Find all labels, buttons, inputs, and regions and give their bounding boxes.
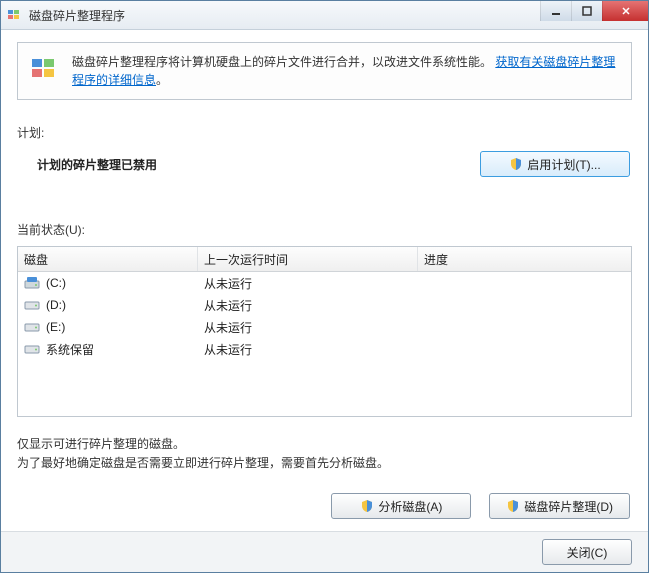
note-line2: 为了最好地确定磁盘是否需要立即进行碎片整理，需要首先分析磁盘。 (17, 454, 632, 473)
disk-name: (C:) (46, 276, 66, 290)
table-header: 磁盘 上一次运行时间 进度 (18, 247, 631, 272)
header-last-run[interactable]: 上一次运行时间 (198, 247, 418, 271)
notes: 仅显示可进行碎片整理的磁盘。 为了最好地确定磁盘是否需要立即进行碎片整理，需要首… (17, 435, 632, 473)
table-body: (C:)从未运行(D:)从未运行(E:)从未运行系统保留从未运行 (18, 272, 631, 416)
close-window-button[interactable] (602, 1, 648, 21)
info-description: 磁盘碎片整理程序将计算机硬盘上的碎片文件进行合并，以改进文件系统性能。 (72, 55, 492, 69)
defrag-window: 磁盘碎片整理程序 磁盘碎片整理程序 (0, 0, 649, 573)
shield-icon (360, 499, 374, 513)
analyze-label: 分析磁盘(A) (378, 498, 442, 515)
maximize-button[interactable] (571, 1, 602, 21)
disk-icon (24, 342, 40, 356)
window-controls (540, 1, 648, 21)
table-row[interactable]: (E:) 从未运行 (18, 316, 631, 338)
header-progress[interactable]: 进度 (418, 247, 631, 271)
schedule-status: 计划的碎片整理已禁用 (37, 156, 157, 173)
defrag-label: 磁盘碎片整理(D) (524, 498, 613, 515)
info-text: 磁盘碎片整理程序将计算机硬盘上的碎片文件进行合并，以改进文件系统性能。 获取有关… (72, 53, 619, 89)
info-panel: 磁盘碎片整理程序将计算机硬盘上的碎片文件进行合并，以改进文件系统性能。 获取有关… (17, 42, 632, 100)
minimize-button[interactable] (540, 1, 571, 21)
disk-icon (24, 276, 40, 290)
enable-schedule-button[interactable]: 启用计划(T)... (480, 151, 630, 177)
defrag-button[interactable]: 磁盘碎片整理(D) (489, 493, 630, 519)
info-after: 。 (156, 73, 168, 87)
analyze-button[interactable]: 分析磁盘(A) (331, 493, 471, 519)
disk-name: 系统保留 (46, 341, 94, 358)
schedule-row: 计划的碎片整理已禁用 启用计划(T)... (17, 151, 632, 177)
shield-icon (509, 157, 523, 171)
last-run: 从未运行 (198, 297, 418, 314)
footer: 关闭(C) (1, 531, 648, 572)
table-row[interactable]: 系统保留 从未运行 (18, 338, 631, 360)
action-buttons: 分析磁盘(A) 磁盘碎片整理(D) (17, 493, 632, 519)
defrag-icon (30, 53, 62, 85)
last-run: 从未运行 (198, 319, 418, 336)
close-button[interactable]: 关闭(C) (542, 539, 632, 565)
titlebar: 磁盘碎片整理程序 (1, 1, 648, 30)
table-row[interactable]: (C:) 从未运行 (18, 272, 631, 294)
disk-name: (D:) (46, 298, 66, 312)
last-run: 从未运行 (198, 275, 418, 292)
disk-name: (E:) (46, 320, 65, 334)
note-line1: 仅显示可进行碎片整理的磁盘。 (17, 435, 632, 454)
shield-icon (506, 499, 520, 513)
enable-schedule-label: 启用计划(T)... (527, 156, 600, 173)
current-status-label: 当前状态(U): (17, 221, 632, 238)
disk-icon (24, 298, 40, 312)
schedule-label: 计划: (17, 124, 632, 141)
disk-icon (24, 320, 40, 334)
disk-table: 磁盘 上一次运行时间 进度 (C:)从未运行(D:)从未运行(E:)从未运行系统… (17, 246, 632, 417)
table-row[interactable]: (D:) 从未运行 (18, 294, 631, 316)
last-run: 从未运行 (198, 341, 418, 358)
defrag-app-icon (7, 7, 23, 23)
window-title: 磁盘碎片整理程序 (29, 7, 125, 24)
header-disk[interactable]: 磁盘 (18, 247, 198, 271)
content-area: 磁盘碎片整理程序将计算机硬盘上的碎片文件进行合并，以改进文件系统性能。 获取有关… (1, 30, 648, 519)
